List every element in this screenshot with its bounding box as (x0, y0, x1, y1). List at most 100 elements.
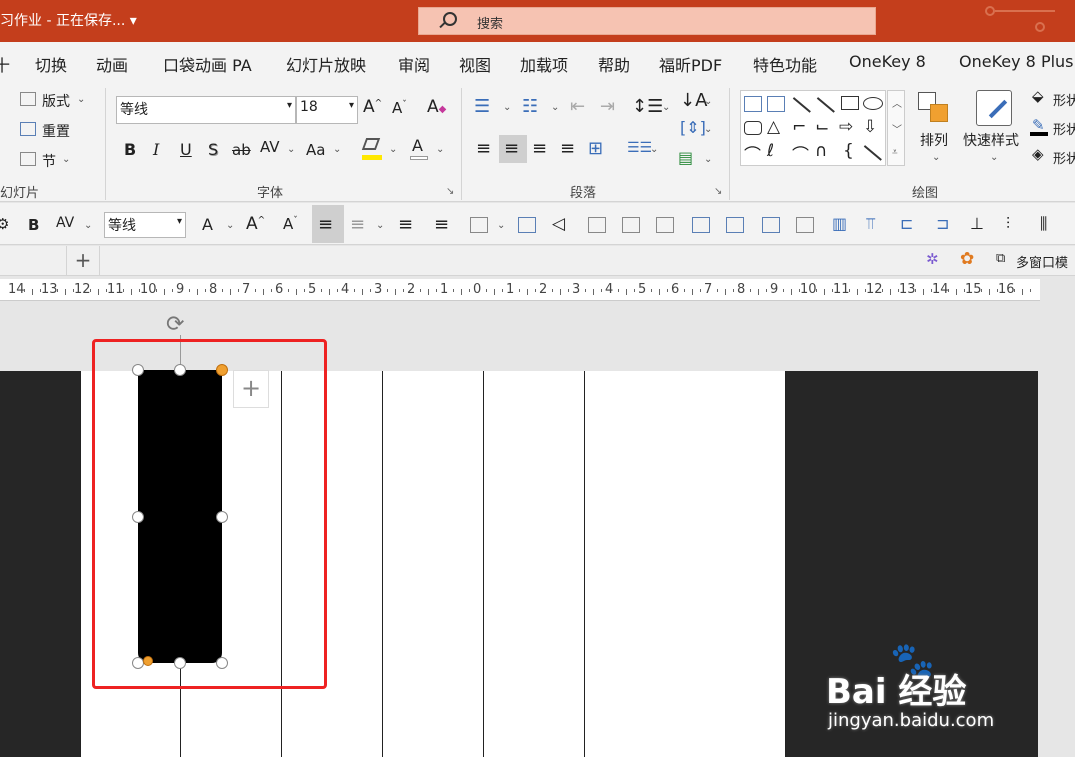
piano-white-key[interactable] (685, 371, 786, 757)
scroll-up-icon[interactable]: ︿ (892, 95, 902, 110)
vertical-textbox-shape-icon[interactable] (767, 96, 785, 112)
tab-foxit-pdf[interactable]: 福昕PDF (659, 52, 722, 76)
tab-transitions[interactable]: 切换 (35, 52, 67, 76)
shape-fill-button[interactable]: 形状 (1053, 90, 1075, 109)
char-spacing-button[interactable]: AV (260, 138, 280, 156)
right-arrow-shape-icon[interactable]: ⇨ (839, 117, 853, 137)
chart-icon[interactable]: ▥ (832, 214, 847, 233)
triangle-shape-icon[interactable]: △ (767, 117, 780, 137)
add-tab-button[interactable]: + (66, 246, 100, 276)
bold-button[interactable]: B (124, 140, 136, 159)
arrange-button[interactable]: 排列 (920, 130, 948, 150)
tab-special-features[interactable]: 特色功能 (753, 52, 817, 76)
oval-shape-icon[interactable] (863, 97, 883, 110)
numbering-icon[interactable]: ☷ (522, 96, 538, 117)
highlight-icon[interactable] (361, 138, 382, 160)
tab-design[interactable]: 十 (0, 52, 10, 76)
smartart-icon[interactable]: ▤ (678, 148, 693, 167)
window-icon[interactable]: ⧉ (996, 251, 1005, 266)
font-name-field-secondary[interactable]: 等线 ▾ (104, 212, 186, 238)
quick-styles-button[interactable]: 快速样式 (963, 130, 1019, 150)
decrease-indent-icon[interactable]: ⇤ (570, 96, 585, 117)
align-text-icon[interactable]: [⇕] (680, 118, 706, 137)
font-name-field[interactable]: 等线 ▾ (116, 96, 296, 124)
settings-gear-icon[interactable]: ✿ (960, 249, 974, 269)
justify-icon[interactable]: ≡ (350, 214, 365, 235)
reset-button[interactable]: 重置 (42, 121, 70, 141)
distribute-h-icon[interactable]: ⫶ (1006, 214, 1010, 234)
tab-review[interactable]: 审阅 (398, 52, 430, 76)
shape-fill-icon[interactable]: ⬙ (1032, 87, 1044, 105)
arrow-left-icon[interactable]: ◁ (552, 214, 565, 234)
justify-icon[interactable]: ≡ (560, 138, 575, 159)
chevron-down-icon[interactable]: ⌄ (77, 94, 85, 105)
chevron-down-icon[interactable]: ⌄ (226, 220, 234, 231)
quick-styles-icon[interactable] (976, 90, 1012, 126)
chevron-down-icon[interactable]: ⌄ (333, 144, 341, 155)
arrange-icon[interactable] (918, 92, 950, 124)
format-painter-icon[interactable]: ⚙ (0, 215, 9, 233)
section-button[interactable]: 节 (42, 151, 56, 171)
align-center-icon[interactable]: ≡ (504, 138, 519, 159)
chevron-down-icon[interactable]: ⌄ (704, 96, 712, 107)
brace-shape-icon[interactable]: { (843, 141, 854, 161)
tab-onekey8-plus[interactable]: OneKey 8 Plus (959, 52, 1074, 71)
curve-shape-icon[interactable]: ∩ (815, 141, 827, 161)
rotate-handle-icon[interactable]: ⟳ (166, 312, 184, 337)
textbox-shape-icon[interactable] (744, 96, 762, 112)
font-color-icon[interactable]: A (410, 136, 428, 160)
shape-effect-icon[interactable]: ◈ (1032, 145, 1044, 163)
chevron-down-icon[interactable]: ⌄ (704, 124, 712, 135)
clear-format-icon[interactable]: A◆ (427, 97, 446, 117)
change-case-button[interactable]: Aa (306, 141, 325, 159)
font-size-field[interactable]: 18 ▾ (296, 96, 358, 124)
bullets-icon[interactable]: ☰ (474, 96, 490, 117)
line-spacing-icon[interactable]: ↕☰ (632, 96, 663, 117)
document-title[interactable]: 习作业 - 正在保存... ▾ (0, 10, 137, 30)
dialog-launcher-icon[interactable]: ↘ (446, 186, 454, 197)
merge-shapes-icon[interactable] (762, 217, 780, 233)
vertical-text-icon[interactable] (726, 217, 744, 233)
tab-help[interactable]: 帮助 (598, 52, 630, 76)
strikethrough-button[interactable]: ab (232, 141, 251, 159)
columns-icon[interactable]: ☰☰ (627, 140, 652, 156)
chevron-down-icon[interactable]: ⌄ (376, 220, 384, 231)
scroll-down-icon[interactable]: ﹀ (892, 121, 902, 136)
decrease-font-icon[interactable]: Aˇ (392, 99, 407, 117)
tab-slideshow[interactable]: 幻灯片放映 (286, 52, 366, 76)
gallery-scrollbar[interactable]: ︿ ﹀ ⩡ (887, 90, 905, 166)
center-align-icon[interactable]: ≡ (318, 214, 333, 235)
align-left-icon[interactable]: ≡ (476, 138, 491, 159)
shadow-button[interactable]: S (208, 140, 218, 159)
line-shape-icon[interactable] (793, 97, 811, 113)
decrease-font-icon[interactable]: Aˇ (283, 215, 298, 233)
align-bottom-icon[interactable] (622, 217, 640, 233)
text-box-icon[interactable] (692, 217, 710, 233)
font-color-button-secondary[interactable]: A (202, 215, 213, 234)
chevron-down-icon[interactable]: ⌄ (84, 220, 92, 231)
tab-animations[interactable]: 动画 (96, 52, 128, 76)
align-center-shapes-icon[interactable]: ⊥ (970, 214, 984, 233)
align-right-icon[interactable]: ≡ (532, 138, 547, 159)
table-icon[interactable] (470, 217, 488, 233)
increase-font-icon[interactable]: A^ (363, 97, 382, 117)
chevron-down-icon[interactable]: ⌄ (389, 144, 397, 155)
scribble-shape-icon[interactable]: ℓ (767, 141, 774, 161)
dialog-launcher-icon[interactable]: ↘ (714, 186, 722, 197)
chevron-down-icon[interactable]: ⌄ (650, 144, 658, 155)
bold-button-secondary[interactable]: B (28, 216, 39, 234)
chevron-down-icon[interactable]: ⌄ (551, 102, 559, 113)
chevron-down-icon[interactable]: ⌄ (932, 152, 940, 163)
increase-font-icon[interactable]: A^ (246, 214, 265, 234)
tab-addins[interactable]: 加载项 (520, 52, 568, 76)
search-box[interactable]: 搜索 (418, 7, 876, 35)
multi-window-button[interactable]: 多窗口模 (1016, 252, 1068, 271)
shapes-gallery[interactable]: △ ⌐ ⌙ ⇨ ⇩ ⌒ ℓ ⌒ ∩ { (740, 90, 886, 166)
italic-button[interactable]: I (153, 140, 159, 159)
distributed-icon[interactable]: ⊞ (588, 138, 603, 159)
magic-icon[interactable]: ✲ (926, 250, 939, 268)
chevron-down-icon[interactable]: ⌄ (503, 102, 511, 113)
right-align-icon[interactable]: ≡ (434, 214, 449, 235)
chevron-down-icon[interactable]: ⌄ (436, 144, 444, 155)
chevron-down-icon[interactable]: ⌄ (62, 154, 70, 165)
